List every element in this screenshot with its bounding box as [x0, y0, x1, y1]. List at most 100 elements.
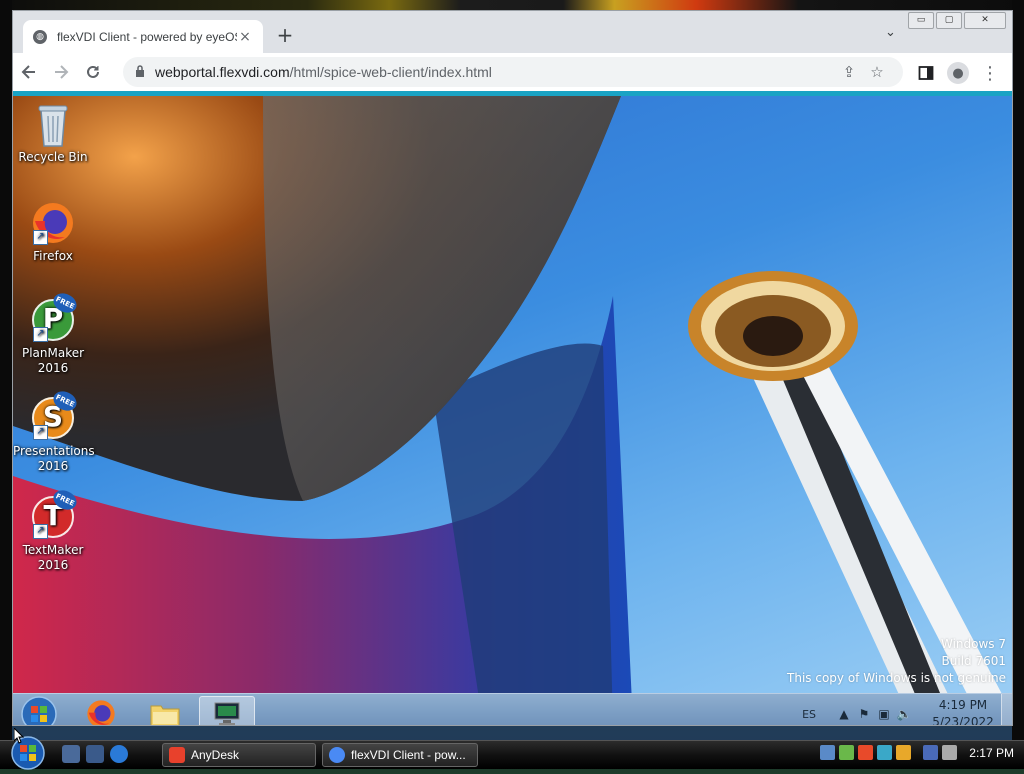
switch-windows-icon[interactable]: [86, 745, 104, 763]
tab-flexvdi-client[interactable]: ◍ flexVDI Client - powered by eyeOS ×: [23, 20, 263, 53]
address-bar[interactable]: webportal.flexvdi.com/html/spice-web-cli…: [123, 57, 903, 87]
side-panel-icon: [918, 66, 934, 80]
host-taskbar-label: flexVDI Client - pow...: [351, 748, 466, 762]
tab-title: flexVDI Client - powered by eyeOS: [57, 29, 237, 44]
textmaker-icon: T FREE ↗: [31, 486, 80, 539]
toolbar-right: ● ⋮: [910, 57, 1006, 89]
chrome-icon: [329, 747, 345, 763]
shortcut-arrow-icon: ↗: [33, 425, 48, 440]
host-clock[interactable]: 2:17 PM: [969, 746, 1014, 760]
action-center-flag-icon[interactable]: ⚑: [854, 707, 874, 721]
window-controls: ▭ ▢ ✕: [908, 12, 1006, 29]
back-button[interactable]: [13, 56, 45, 88]
lock-icon: [135, 64, 145, 80]
tray-app-icon[interactable]: [877, 745, 893, 760]
reload-icon: [87, 65, 99, 78]
show-desktop-icon[interactable]: [62, 745, 80, 763]
desktop-icon-label: Firefox: [33, 249, 73, 263]
recycle-bin-icon: [31, 102, 75, 147]
monitor-network-icon: [214, 702, 240, 725]
tray-expand-icon[interactable]: ▲: [834, 707, 854, 721]
desktop-icon-planmaker[interactable]: P FREE ↗ PlanMaker 2016: [13, 289, 93, 376]
show-desktop-button[interactable]: [1001, 694, 1012, 725]
shortcut-arrow-icon: ↗: [33, 327, 48, 342]
side-panel-button[interactable]: [910, 57, 942, 89]
desktop-icon-label: PlanMaker 2016: [21, 346, 85, 375]
menu-button[interactable]: ⋮: [974, 57, 1006, 89]
remote-taskbar-network[interactable]: [199, 696, 255, 725]
firefox-icon: [87, 700, 115, 725]
browser-toolbar: webportal.flexvdi.com/html/spice-web-cli…: [13, 53, 1012, 91]
tray-app-icon[interactable]: [858, 745, 874, 760]
url-path: /html/spice-web-client/index.html: [289, 64, 492, 80]
url-text: webportal.flexvdi.com/html/spice-web-cli…: [155, 64, 835, 80]
host-wallpaper-left: [0, 0, 12, 740]
desktop-icon-firefox[interactable]: ↗ Firefox: [13, 201, 93, 264]
desktop-icon-presentations[interactable]: S FREE ↗ Presentations 2016: [13, 387, 95, 474]
shortcut-arrow-icon: ↗: [33, 230, 48, 245]
close-window-button[interactable]: ✕: [964, 12, 1006, 29]
host-taskbar-label: AnyDesk: [191, 748, 240, 762]
mouse-cursor-icon: [14, 728, 24, 744]
internet-explorer-icon[interactable]: [110, 745, 128, 763]
host-taskbar: AnyDesk flexVDI Client - pow... 2:17 PM: [0, 736, 1024, 770]
globe-icon: ◍: [33, 29, 47, 44]
desktop-icon-label: Presentations 2016: [13, 444, 95, 473]
tab-close-icon[interactable]: ×: [237, 29, 253, 45]
watermark-os: Windows 7: [940, 637, 1006, 651]
profile-button[interactable]: ●: [942, 57, 974, 89]
back-arrow-icon: [21, 65, 35, 79]
desktop-icon-label: TextMaker 2016: [22, 543, 84, 572]
anydesk-icon: [169, 747, 185, 763]
desktop-icon-label: Recycle Bin: [18, 150, 88, 164]
tray-app-icon[interactable]: [839, 745, 855, 760]
windows-watermark: Windows 7 Build 7601 This copy of Window…: [787, 636, 1006, 687]
tray-app-icon[interactable]: [820, 745, 836, 760]
remote-clock[interactable]: 4:19 PM 5/23/2022: [928, 697, 998, 725]
host-taskbar-anydesk[interactable]: AnyDesk: [162, 743, 316, 767]
share-icon[interactable]: ⇪: [835, 63, 863, 81]
remote-start-button[interactable]: [19, 695, 59, 725]
remote-taskbar-explorer[interactable]: [137, 696, 193, 725]
remote-taskbar: ES ▲ ⚑ ▣ 🔈 4:19 PM 5/23/2022: [13, 693, 1012, 725]
profile-avatar-icon: ●: [947, 62, 969, 84]
bookmark-star-icon[interactable]: ☆: [863, 63, 891, 81]
remote-system-tray: ES ▲ ⚑ ▣ 🔈 4:19 PM 5/23/2022: [802, 694, 998, 725]
host-taskbar-flexvdi[interactable]: flexVDI Client - pow...: [322, 743, 478, 767]
quick-launch: [62, 745, 128, 763]
remote-date: 5/23/2022: [932, 715, 994, 725]
reload-button[interactable]: [77, 56, 109, 88]
folder-icon: [150, 705, 180, 725]
browser-window: ◍ flexVDI Client - powered by eyeOS × + …: [12, 10, 1013, 726]
presentations-icon: S FREE ↗: [31, 387, 80, 440]
remote-desktop-viewport[interactable]: Recycle Bin ↗ Firefox P FREE ↗ PlanMaker…: [13, 96, 1012, 725]
forward-arrow-icon: [55, 65, 69, 79]
volume-muted-icon[interactable]: [942, 745, 958, 760]
watermark-build: Build 7601: [941, 654, 1006, 668]
desktop-icon-textmaker[interactable]: T FREE ↗ TextMaker 2016: [13, 486, 93, 573]
host-wallpaper-right: [1012, 0, 1024, 740]
shortcut-arrow-icon: ↗: [33, 524, 48, 539]
wallpaper-building: [13, 96, 633, 725]
maximize-button[interactable]: ▢: [936, 12, 962, 29]
tab-strip: ◍ flexVDI Client - powered by eyeOS × + …: [13, 11, 1012, 53]
desktop-icon-recycle-bin[interactable]: Recycle Bin: [13, 102, 93, 165]
url-host: webportal.flexvdi.com: [155, 64, 290, 80]
forward-button[interactable]: [45, 56, 77, 88]
tray-app-icon[interactable]: [896, 745, 912, 760]
volume-icon[interactable]: 🔈: [894, 707, 914, 721]
firefox-icon: ↗: [31, 201, 75, 245]
windows-orb-icon: [21, 696, 57, 725]
watermark-genuine: This copy of Windows is not genuine: [787, 671, 1006, 685]
host-system-tray: 2:17 PM: [820, 745, 1014, 760]
new-tab-button[interactable]: +: [275, 25, 295, 47]
tab-search-chevron-icon[interactable]: ⌄: [885, 25, 901, 40]
remote-taskbar-firefox[interactable]: [73, 696, 129, 725]
network-icon[interactable]: ▣: [874, 707, 894, 721]
remote-time: 4:19 PM: [938, 698, 988, 712]
network-icon[interactable]: [923, 745, 939, 760]
planmaker-icon: P FREE ↗: [31, 289, 80, 342]
minimize-button[interactable]: ▭: [908, 12, 934, 29]
kebab-menu-icon: ⋮: [981, 62, 999, 84]
language-indicator[interactable]: ES: [802, 708, 816, 721]
